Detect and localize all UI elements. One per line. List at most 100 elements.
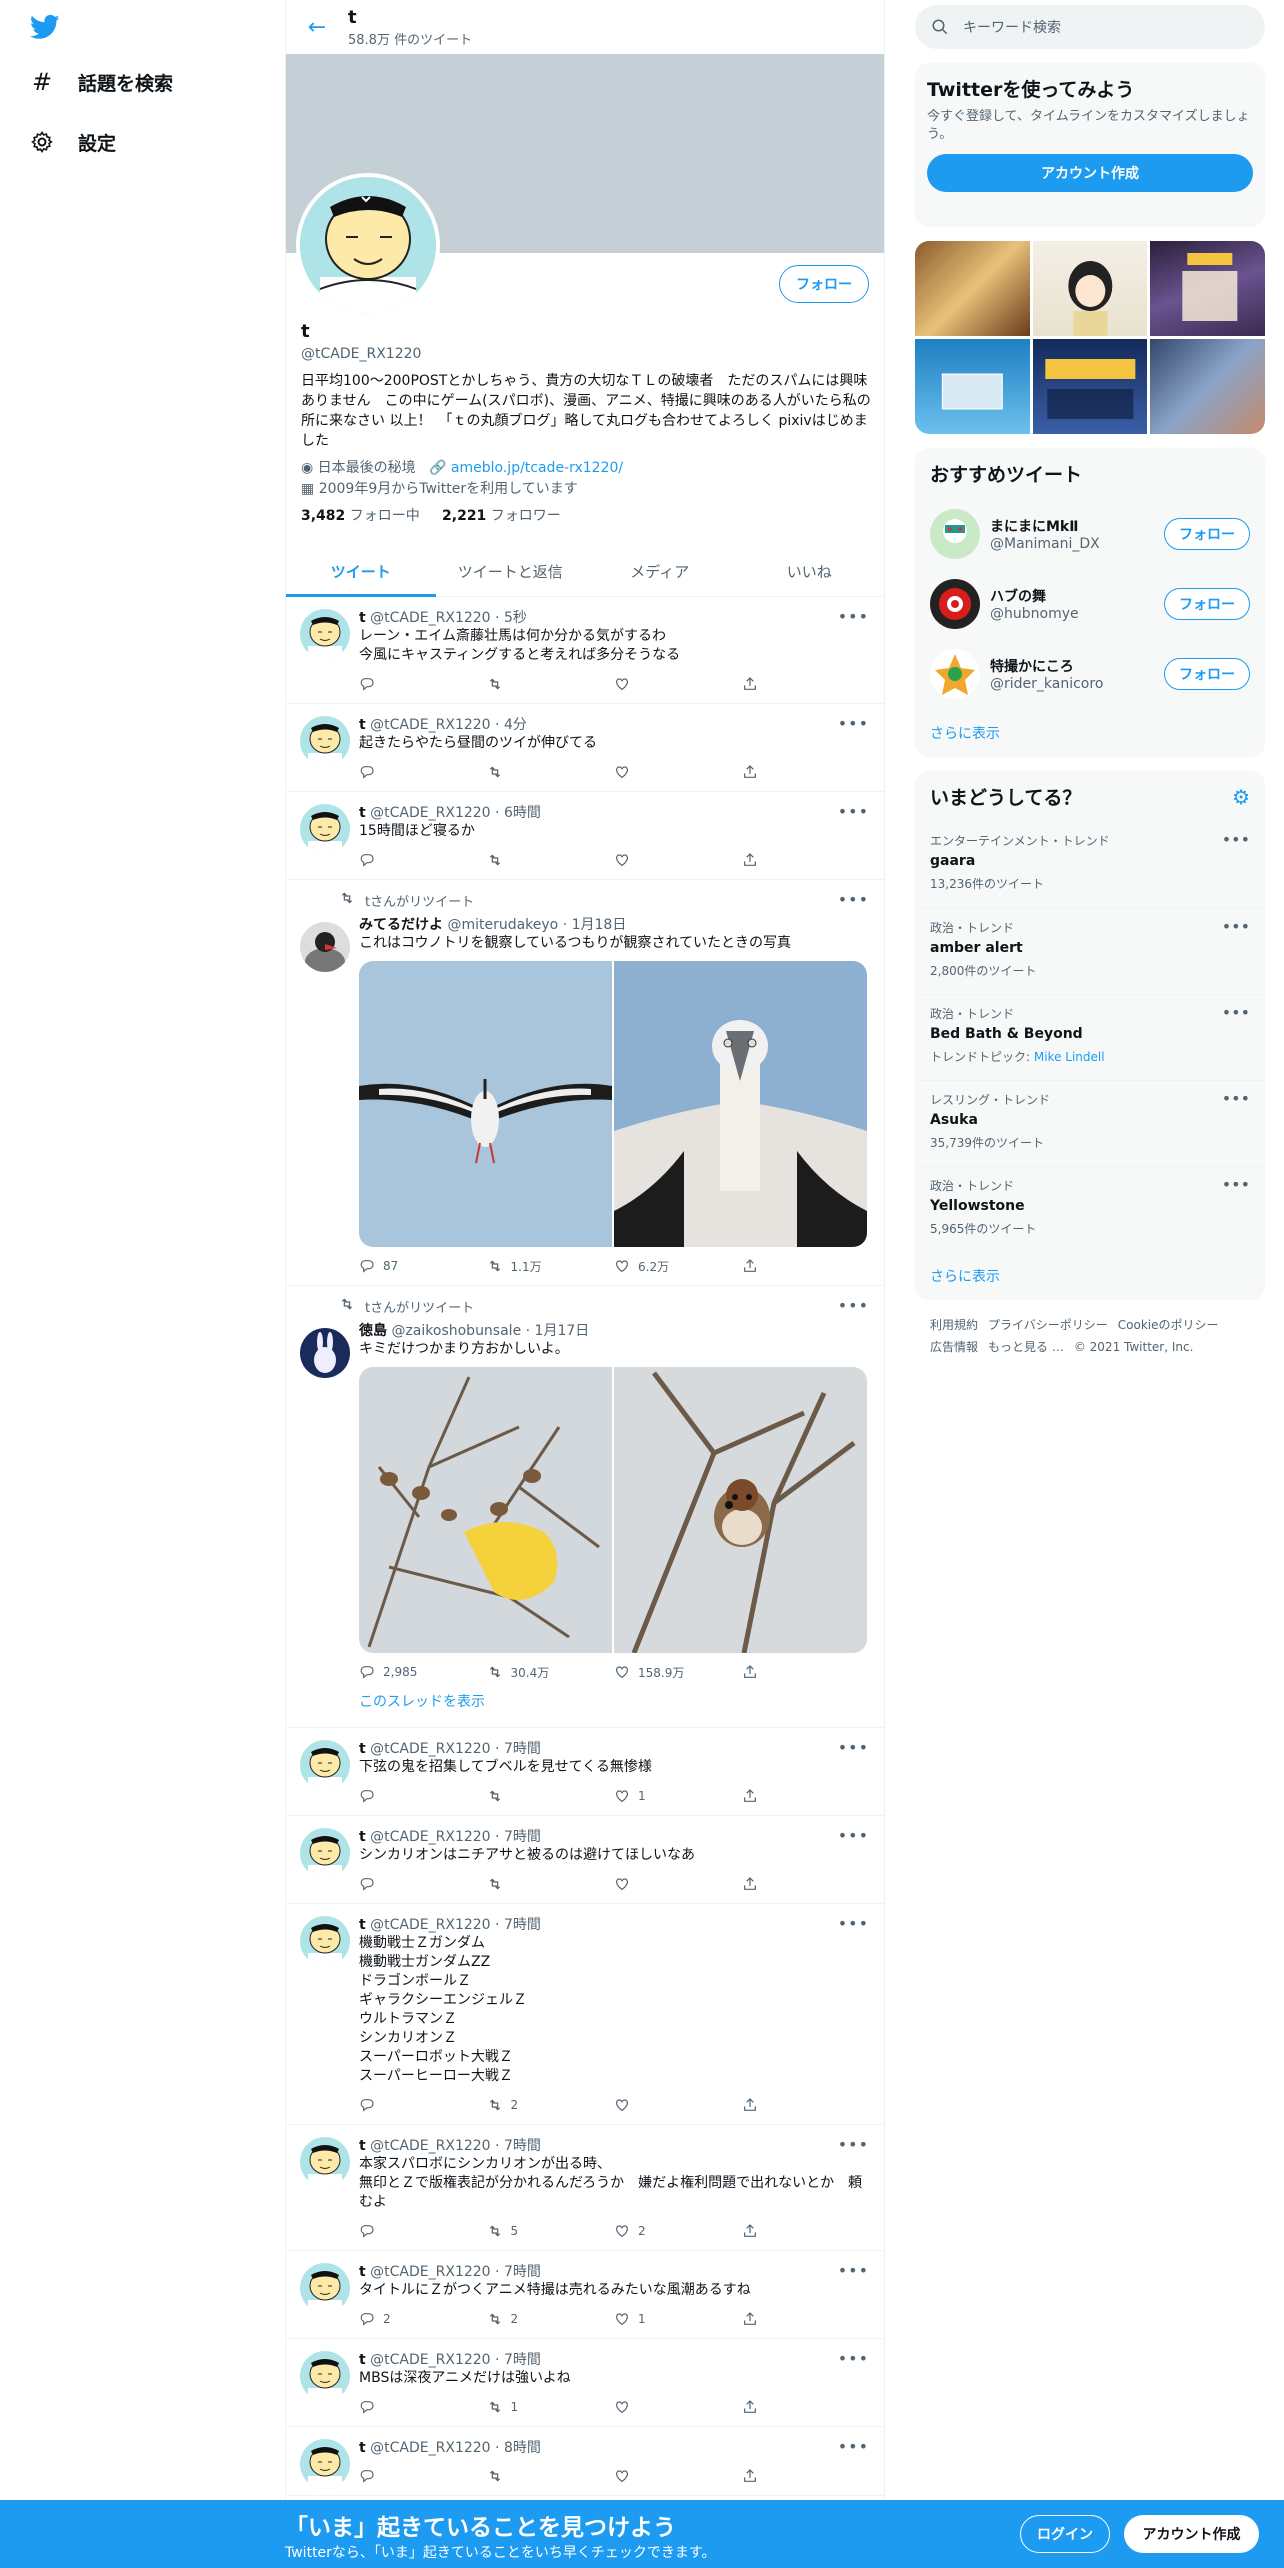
- retweet-button[interactable]: [487, 852, 615, 868]
- like-button[interactable]: 158.9万: [614, 1664, 742, 1681]
- tweet-author-name[interactable]: みてるだけよ: [359, 917, 443, 933]
- trend-item[interactable]: エンターテインメント・トレンド gaara 13,236件のツイート •••: [915, 822, 1265, 908]
- tweet-item[interactable]: t @tCADE_RX1220 · 4分 ••• 起きたらやたら昼間のツイが伸びてる: [286, 704, 884, 792]
- media-thumb[interactable]: [915, 241, 1030, 336]
- share-button[interactable]: [742, 676, 870, 692]
- like-button[interactable]: 2: [614, 2223, 742, 2239]
- footer-link[interactable]: 利用規約: [930, 1318, 978, 1332]
- tweet-author-handle[interactable]: @tCADE_RX1220: [370, 2440, 490, 2456]
- tweet-avatar[interactable]: [300, 609, 350, 659]
- show-thread-link[interactable]: このスレッドを表示: [359, 1691, 869, 1727]
- more-icon[interactable]: •••: [1222, 1089, 1250, 1108]
- tweet-author-name[interactable]: t: [359, 1741, 366, 1757]
- tweet-author-name[interactable]: t: [359, 1917, 366, 1933]
- footer-link[interactable]: プライバシーポリシー: [988, 1318, 1108, 1332]
- tweet-photo[interactable]: [614, 961, 867, 1247]
- more-icon[interactable]: •••: [838, 714, 869, 733]
- footer-link[interactable]: もっと見る …: [988, 1340, 1064, 1354]
- tweet-avatar[interactable]: [300, 2137, 350, 2187]
- retweet-button[interactable]: [487, 764, 615, 780]
- tweet-item[interactable]: t @tCADE_RX1220 · 7時間 ••• タイトルにＺがつくアニメ特撮は売…: [286, 2251, 884, 2339]
- suggestion-item[interactable]: まにまにMkⅡ @Manimani_DX フォロー: [915, 499, 1265, 569]
- more-icon[interactable]: •••: [838, 1296, 869, 1315]
- back-arrow-icon[interactable]: ←: [300, 10, 334, 44]
- share-button[interactable]: [742, 1876, 870, 1892]
- share-button[interactable]: [742, 764, 870, 780]
- tweet-timestamp[interactable]: 7時間: [504, 2138, 541, 2154]
- retweet-button[interactable]: [487, 1876, 615, 1892]
- retweet-button[interactable]: 2: [487, 2311, 615, 2327]
- like-button[interactable]: [614, 1876, 742, 1892]
- tweet-avatar[interactable]: [300, 1740, 350, 1790]
- tweet-timestamp[interactable]: 8時間: [504, 2440, 541, 2456]
- tweet-author-handle[interactable]: @tCADE_RX1220: [370, 717, 490, 733]
- tweet-author-handle[interactable]: @tCADE_RX1220: [370, 1741, 490, 1757]
- like-button[interactable]: 1: [614, 2311, 742, 2327]
- tweet-avatar[interactable]: [300, 922, 350, 972]
- share-button[interactable]: [742, 2097, 870, 2113]
- tweet-item[interactable]: t @tCADE_RX1220 · 7時間 ••• 本家スパロボにシンカリオンが出る…: [286, 2125, 884, 2251]
- tweet-timestamp[interactable]: 7時間: [504, 2264, 541, 2280]
- suggestion-avatar[interactable]: [930, 649, 980, 699]
- retweet-button[interactable]: [487, 2468, 615, 2484]
- suggestion-avatar[interactable]: [930, 579, 980, 629]
- tweet-avatar[interactable]: [300, 2351, 350, 2401]
- media-thumb[interactable]: [1032, 241, 1148, 336]
- more-icon[interactable]: •••: [838, 802, 869, 821]
- tweet-timestamp[interactable]: 5秒: [504, 610, 527, 626]
- tweet-author-handle[interactable]: @zaikoshobunsale: [391, 1323, 521, 1339]
- reply-button[interactable]: [359, 2097, 487, 2113]
- retweet-button[interactable]: [487, 676, 615, 692]
- suggestion-follow-button[interactable]: フォロー: [1164, 518, 1250, 550]
- more-icon[interactable]: •••: [838, 1914, 869, 1933]
- more-icon[interactable]: •••: [838, 2437, 869, 2456]
- tweet-author-handle[interactable]: @tCADE_RX1220: [370, 2138, 490, 2154]
- reply-button[interactable]: [359, 2399, 487, 2415]
- following-link[interactable]: 3,482 フォロー中: [301, 508, 420, 524]
- profile-avatar[interactable]: [296, 173, 440, 317]
- retweet-button[interactable]: 1: [487, 2399, 615, 2415]
- more-icon[interactable]: •••: [838, 607, 869, 626]
- like-button[interactable]: [614, 676, 742, 692]
- tweet-photo[interactable]: [359, 1367, 612, 1653]
- tweet-author-handle[interactable]: @tCADE_RX1220: [370, 1829, 490, 1845]
- tweet-avatar[interactable]: [300, 1916, 350, 1966]
- search-input[interactable]: キーワード検索: [915, 5, 1265, 49]
- tweet-timestamp[interactable]: 1月18日: [572, 917, 627, 933]
- share-button[interactable]: [742, 2311, 870, 2327]
- tweet-avatar[interactable]: [300, 2263, 350, 2313]
- tweet-author-name[interactable]: t: [359, 2264, 366, 2280]
- tweet-author-name[interactable]: t: [359, 805, 366, 821]
- more-icon[interactable]: •••: [1222, 830, 1250, 849]
- more-icon[interactable]: •••: [838, 1738, 869, 1757]
- more-icon[interactable]: •••: [838, 1826, 869, 1845]
- tweet-author-handle[interactable]: @tCADE_RX1220: [370, 1917, 490, 1933]
- twitter-logo-icon[interactable]: [28, 12, 64, 42]
- tweet-avatar[interactable]: [300, 716, 350, 766]
- suggestions-show-more[interactable]: さらに表示: [915, 709, 1265, 757]
- tweet-avatar[interactable]: [300, 2439, 350, 2489]
- trend-item[interactable]: レスリング・トレンド Asuka 35,739件のツイート •••: [915, 1080, 1265, 1166]
- more-icon[interactable]: •••: [1222, 917, 1250, 936]
- tweet-item[interactable]: t @tCADE_RX1220 · 8時間 •••: [286, 2427, 884, 2496]
- gear-icon[interactable]: ⚙: [1232, 785, 1250, 809]
- nav-explore[interactable]: # 話題を検索: [28, 68, 173, 96]
- tweet-author-name[interactable]: t: [359, 2440, 366, 2456]
- reply-button[interactable]: [359, 2223, 487, 2239]
- tweet-timestamp[interactable]: 7時間: [504, 1741, 541, 1757]
- tweet-timestamp[interactable]: 6時間: [504, 805, 541, 821]
- suggestion-item[interactable]: ハブの舞 @hubnomye フォロー: [915, 569, 1265, 639]
- suggestion-item[interactable]: 特撮かにころ @rider_kanicoro フォロー: [915, 639, 1265, 709]
- footer-link[interactable]: Cookieのポリシー: [1118, 1318, 1219, 1332]
- followers-link[interactable]: 2,221 フォロワー: [442, 508, 561, 524]
- tweet-author-name[interactable]: 徳島: [359, 1323, 387, 1339]
- reply-button[interactable]: [359, 1876, 487, 1892]
- media-thumb[interactable]: [915, 339, 1030, 434]
- tab-media[interactable]: メディア: [585, 545, 735, 597]
- tweet-avatar[interactable]: [300, 804, 350, 854]
- share-button[interactable]: [742, 1788, 870, 1804]
- reply-button[interactable]: 2,985: [359, 1664, 487, 1680]
- trends-show-more[interactable]: さらに表示: [915, 1252, 1265, 1300]
- media-thumb[interactable]: [1150, 339, 1265, 434]
- tweet-author-handle[interactable]: @miterudakeyo: [447, 917, 558, 933]
